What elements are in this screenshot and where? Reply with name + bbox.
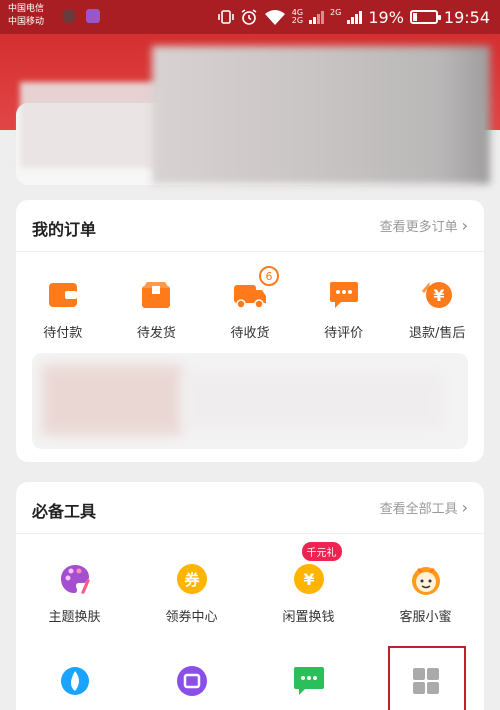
selection-highlight-box xyxy=(388,646,466,710)
clock: 19:54 xyxy=(443,7,490,27)
divider xyxy=(16,251,484,252)
tool-customer-service[interactable]: 客服小蜜 xyxy=(367,562,484,625)
tool-row2-item-2[interactable] xyxy=(133,664,250,698)
order-item-label: 待收货 xyxy=(230,326,270,341)
comment-icon xyxy=(327,278,361,312)
tools-card: 必备工具 查看全部工具 › 主题换肤 券 领券中心 ¥ 千元礼 闲置换钱 客服小… xyxy=(16,482,484,710)
order-pending-shipment[interactable]: 待发货 xyxy=(110,278,204,341)
svg-text:¥: ¥ xyxy=(434,286,445,305)
carrier-2: 中国移动 xyxy=(8,17,45,27)
gallery-notification-icon xyxy=(86,9,100,23)
order-refund-aftersale[interactable]: ¥ 退款/售后 xyxy=(390,278,484,341)
battery-percent: 19% xyxy=(368,7,404,27)
tool-item-label: 闲置换钱 xyxy=(282,610,335,625)
orders-title: 我的订单 xyxy=(32,220,97,239)
chat-icon xyxy=(292,664,326,698)
order-pending-review[interactable]: 待评价 xyxy=(297,278,391,341)
battery-level-fill xyxy=(412,13,418,21)
tools-title: 必备工具 xyxy=(32,502,97,521)
svg-text:¥: ¥ xyxy=(303,570,314,589)
carrier-1: 中国电信 xyxy=(8,4,45,14)
view-all-tools-link[interactable]: 查看全部工具 › xyxy=(380,498,468,517)
chevron-right-icon: › xyxy=(461,497,468,517)
wifi-icon xyxy=(264,10,285,25)
status-indicators: 4G 2G 2G 19% 19:54 xyxy=(217,4,490,30)
pending-receipt-count-badge: 6 xyxy=(258,266,279,286)
status-bar: 中国电信 中国移动 4G 2G 2G 19% 19:54 xyxy=(0,0,500,34)
blurred-user-info xyxy=(152,46,490,184)
coupon-icon: 券 xyxy=(175,562,209,596)
truck-icon: 6 xyxy=(233,266,279,312)
divider xyxy=(16,533,484,534)
order-pending-receipt[interactable]: 6 待收货 xyxy=(203,266,297,341)
tool-theme-skin[interactable]: 主题换肤 xyxy=(16,562,133,625)
battery-icon xyxy=(409,10,441,24)
tools-grid-row1: 主题换肤 券 领券中心 ¥ 千元礼 闲置换钱 客服小蜜 xyxy=(16,542,484,625)
swap-icon xyxy=(175,664,209,698)
drop-icon xyxy=(58,664,92,698)
vibrate-icon xyxy=(217,10,234,24)
order-status-grid: 待付款 待发货 6 待收货 待评价 ¥ 退款/售后 xyxy=(16,266,484,341)
signal-2-icon xyxy=(347,10,363,24)
palette-icon xyxy=(58,562,92,596)
tool-item-label: 客服小蜜 xyxy=(399,610,452,625)
svg-text:券: 券 xyxy=(184,571,200,589)
network-type-4g-2g: 4G 2G xyxy=(291,8,304,25)
order-pending-payment[interactable]: 待付款 xyxy=(16,278,110,341)
promo-blur-text xyxy=(182,373,442,428)
signal-1-icon xyxy=(309,10,325,24)
money-icon: ¥ 千元礼 xyxy=(292,542,342,596)
refund-icon: ¥ xyxy=(420,278,454,312)
wallet-icon xyxy=(46,278,80,312)
tool-row2-item-3[interactable] xyxy=(250,664,367,698)
promo-blur-image xyxy=(42,365,182,435)
view-all-tools-label: 查看全部工具 xyxy=(379,502,458,517)
package-icon xyxy=(139,278,173,312)
view-more-orders-label: 查看更多订单 xyxy=(379,220,458,235)
notification-app-icon xyxy=(62,9,76,23)
promo-tag-badge: 千元礼 xyxy=(301,542,342,561)
tool-item-label: 领券中心 xyxy=(165,610,218,625)
order-item-label: 退款/售后 xyxy=(408,326,466,341)
promo-banner[interactable] xyxy=(32,353,468,449)
view-more-orders-link[interactable]: 查看更多订单 › xyxy=(380,216,468,235)
chevron-right-icon: › xyxy=(461,215,468,235)
order-item-label: 待评价 xyxy=(324,326,364,341)
carrier-info: 中国电信 中国移动 xyxy=(8,3,44,29)
tool-row2-item-1[interactable] xyxy=(16,664,133,698)
tool-sell-idle[interactable]: ¥ 千元礼 闲置换钱 xyxy=(250,542,367,625)
tool-coupon-center[interactable]: 券 领券中心 xyxy=(133,562,250,625)
orders-card: 我的订单 查看更多订单 › 待付款 待发货 6 待收货 待评价 ¥ 退款/售后 xyxy=(16,200,484,462)
network-type-2g: 2G xyxy=(330,8,342,17)
alarm-icon xyxy=(241,9,257,25)
tool-item-label: 主题换肤 xyxy=(48,610,101,625)
order-item-label: 待发货 xyxy=(136,326,176,341)
order-item-label: 待付款 xyxy=(43,326,83,341)
service-icon xyxy=(409,562,443,596)
